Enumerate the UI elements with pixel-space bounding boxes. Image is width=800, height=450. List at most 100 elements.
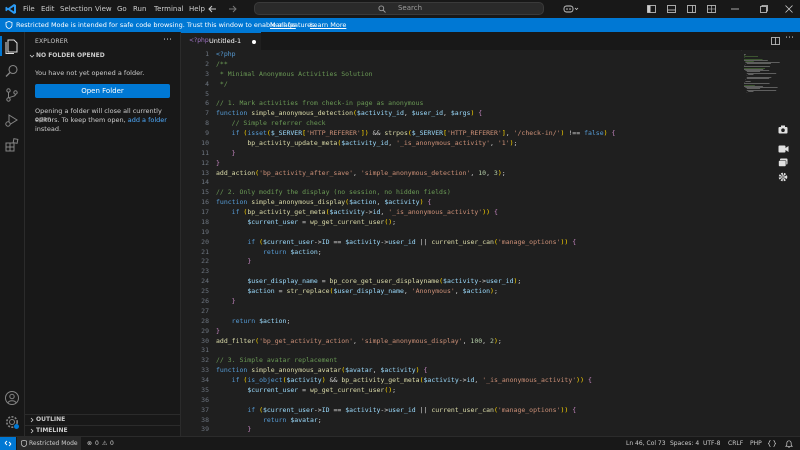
title-bar: File Edit Selection View Go Run Terminal… (0, 0, 800, 19)
menu-terminal[interactable]: Terminal (154, 0, 184, 18)
vscode-logo-icon (5, 3, 17, 15)
code-line[interactable]: /** (216, 60, 228, 68)
video-icon[interactable] (778, 145, 789, 153)
code-line[interactable]: // 3. Simple avatar replacement (216, 356, 337, 364)
search-view-icon[interactable] (4, 63, 20, 79)
code-line[interactable]: bp_activity_update_meta($activity_id, '_… (216, 139, 517, 147)
no-folder-section-header[interactable]: NO FOLDER OPENED (36, 52, 105, 59)
code-line[interactable]: $current_user = wp_get_current_user(); (216, 218, 396, 226)
banner-learn-more-link[interactable]: Learn More (310, 18, 346, 32)
code-line[interactable]: <?php (216, 50, 236, 58)
problems-status[interactable]: ⊗ 0 ⚠ 0 (87, 437, 119, 450)
code-line[interactable]: if ($current_user->ID == $activity->user… (216, 406, 576, 414)
code-line[interactable]: if (is_object($activity) && bp_activity_… (216, 376, 592, 384)
sidebar-hint-text: editors. To keep them open, (35, 116, 126, 124)
minimize-icon[interactable] (731, 8, 739, 10)
tab-untitled-1[interactable]: <?php Untitled-1 (181, 32, 261, 50)
chevron-down-icon[interactable] (29, 53, 35, 59)
accounts-icon[interactable] (4, 390, 20, 406)
language-mode[interactable]: PHP (750, 437, 762, 450)
customize-layout-icon[interactable] (707, 5, 716, 13)
code-line[interactable]: if ($current_user->ID == $activity->user… (216, 238, 576, 246)
language-braces-icon[interactable] (768, 440, 776, 447)
line-number: 25 (181, 287, 209, 295)
menu-file[interactable]: File (23, 0, 35, 18)
code-line[interactable]: } (216, 257, 251, 265)
line-number: 16 (181, 198, 209, 206)
command-center-search[interactable]: Search (254, 2, 544, 15)
add-folder-link[interactable]: add a folder (128, 116, 167, 124)
code-line[interactable]: } (216, 327, 220, 335)
explorer-icon[interactable] (4, 38, 20, 54)
menu-edit[interactable]: Edit (41, 0, 55, 18)
line-number: 10 (181, 139, 209, 147)
code-line[interactable]: $user_display_name = bp_core_get_user_di… (216, 277, 521, 285)
menu-run[interactable]: Run (133, 0, 146, 18)
back-arrow-icon[interactable] (208, 5, 217, 13)
code-line[interactable]: if (isset($_SERVER['HTTP_REFERER']) && s… (216, 129, 615, 137)
chevron-right-icon[interactable] (29, 417, 35, 423)
menu-view[interactable]: View (95, 0, 112, 18)
copy-window-icon[interactable] (778, 158, 788, 167)
code-line[interactable]: // 1. Mark activities from check-in page… (216, 99, 423, 107)
timeline-section-header[interactable]: TIMELINE (36, 427, 68, 434)
shield-icon (21, 440, 27, 447)
forward-arrow-icon[interactable] (228, 5, 237, 13)
line-number: 3 (181, 70, 209, 78)
menu-selection[interactable]: Selection (60, 0, 92, 18)
run-debug-icon[interactable] (4, 112, 20, 128)
copilot-icon[interactable] (563, 4, 579, 14)
eol-status[interactable]: CRLF (728, 437, 743, 450)
tab-label: Untitled-1 (209, 37, 241, 45)
code-line[interactable]: add_action('bp_activity_after_save', 'si… (216, 169, 506, 177)
code-line[interactable]: function simple_anonymous_display($actio… (216, 198, 431, 206)
code-editor[interactable]: 1<?php2/**3 * Minimal Anonymous Activiti… (181, 50, 741, 436)
code-line[interactable]: } (216, 425, 251, 433)
notifications-bell-icon[interactable] (785, 440, 793, 448)
code-line[interactable]: * Minimal Anonymous Activities Solution (216, 70, 373, 78)
code-line[interactable]: } (216, 149, 236, 157)
code-line[interactable]: return $avatar; (216, 416, 322, 424)
restricted-mode-status[interactable]: Restricted Mode (17, 437, 81, 450)
editor-more-actions-icon[interactable]: ⋯ (785, 33, 794, 43)
code-line[interactable]: if (bp_activity_get_meta($activity->id, … (216, 208, 498, 216)
restore-icon[interactable] (760, 5, 768, 13)
code-line[interactable]: // 2. Only modify the display (no sessio… (216, 188, 451, 196)
unsaved-dot-icon[interactable] (252, 40, 256, 44)
camera-icon[interactable] (778, 125, 788, 134)
close-icon[interactable] (785, 5, 793, 13)
banner-manage-link[interactable]: Manage (270, 18, 296, 32)
indentation-status[interactable]: Spaces: 4 (670, 437, 699, 450)
settings-gear-icon[interactable] (778, 172, 788, 182)
menu-help[interactable]: Help (189, 0, 205, 18)
error-count: 0 (95, 437, 99, 450)
source-control-icon[interactable] (4, 87, 20, 103)
manage-gear-icon[interactable] (4, 414, 20, 430)
code-line[interactable]: // Simple referrer check (216, 119, 326, 127)
cursor-position[interactable]: Ln 46, Col 73 (626, 437, 666, 450)
outline-section-header[interactable]: OUTLINE (36, 416, 65, 423)
code-line[interactable]: $action = str_replace($user_display_name… (216, 287, 498, 295)
toggle-panel-icon[interactable] (667, 5, 676, 13)
menu-go[interactable]: Go (117, 0, 127, 18)
minimap[interactable] (742, 50, 800, 436)
toggle-primary-sidebar-icon[interactable] (647, 5, 656, 13)
line-number: 37 (181, 406, 209, 414)
code-line[interactable]: function simple_anonymous_detection($act… (216, 109, 482, 117)
extensions-icon[interactable] (4, 137, 20, 153)
code-line[interactable]: return $action; (216, 317, 290, 325)
chevron-right-icon[interactable] (29, 428, 35, 434)
remote-button[interactable] (0, 437, 16, 450)
code-line[interactable]: function simple_anonymous_avatar($avatar… (216, 366, 427, 374)
code-line[interactable]: return $action; (216, 248, 322, 256)
split-editor-icon[interactable] (771, 37, 780, 45)
toggle-secondary-sidebar-icon[interactable] (687, 5, 696, 13)
encoding-status[interactable]: UTF-8 (703, 437, 721, 450)
code-line[interactable]: */ (216, 80, 228, 88)
more-actions-icon[interactable]: ⋯ (163, 35, 172, 45)
open-folder-button[interactable]: Open Folder (35, 84, 170, 98)
code-line[interactable]: add_filter('bp_get_activity_action', 'si… (216, 337, 502, 345)
code-line[interactable]: } (216, 297, 236, 305)
code-line[interactable]: } (216, 159, 220, 167)
code-line[interactable]: $current_user = wp_get_current_user(); (216, 386, 396, 394)
